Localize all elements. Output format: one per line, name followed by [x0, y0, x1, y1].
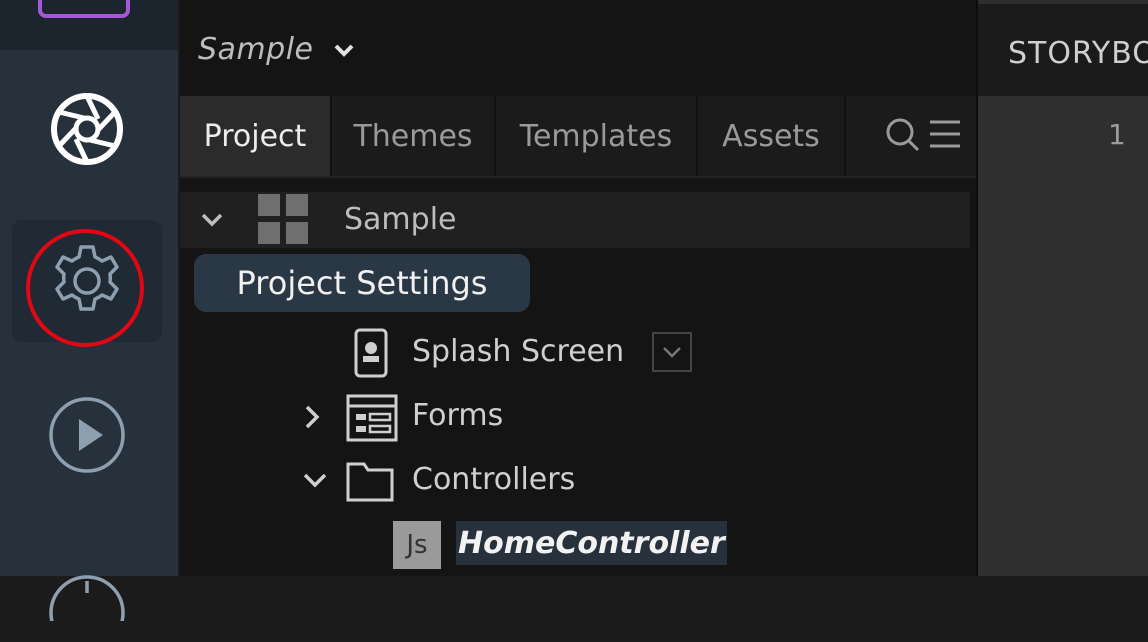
- js-file-icon: Js: [393, 521, 441, 569]
- project-header: Sample: [180, 0, 976, 96]
- grid-icon: [258, 194, 308, 244]
- project-name[interactable]: Sample: [198, 32, 314, 67]
- app-logo-icon: [38, 0, 130, 18]
- play-icon: [49, 397, 125, 473]
- tree-item-homecontroller[interactable]: HomeController: [456, 521, 727, 565]
- storyboard-header: STORYBO: [978, 0, 1148, 96]
- storyboard-pane: STORYBO 1: [978, 0, 1148, 576]
- project-settings-tooltip: Project Settings: [194, 254, 530, 312]
- gauge-icon: [49, 575, 125, 621]
- chevron-down-icon[interactable]: [200, 210, 224, 230]
- aperture-icon: [51, 93, 123, 165]
- chevron-down-icon[interactable]: [302, 470, 328, 490]
- tree-item-forms[interactable]: Forms: [412, 398, 503, 433]
- tree-item-splash-screen[interactable]: Splash Screen: [412, 334, 624, 369]
- left-rail: [0, 0, 178, 621]
- forms-icon: [346, 394, 398, 442]
- folder-icon: [346, 462, 394, 502]
- storyboard-title: STORYBO: [1008, 36, 1148, 71]
- tab-themes[interactable]: Themes: [332, 96, 496, 176]
- rail-button-aperture[interactable]: [12, 68, 162, 190]
- run-button[interactable]: [12, 374, 162, 496]
- tab-project[interactable]: Project: [180, 96, 332, 176]
- gear-icon: [55, 245, 119, 311]
- tab-templates[interactable]: Templates: [496, 96, 698, 176]
- chevron-down-icon[interactable]: [332, 38, 356, 62]
- rail-logo-area: [0, 0, 178, 50]
- project-settings-button[interactable]: [12, 220, 162, 342]
- line-number: 1: [1108, 118, 1126, 151]
- splash-dropdown[interactable]: [652, 332, 692, 372]
- menu-icon[interactable]: [928, 118, 962, 152]
- mobile-icon: [354, 328, 388, 378]
- chevron-right-icon[interactable]: [302, 404, 322, 430]
- search-icon[interactable]: [884, 116, 924, 156]
- rail-button-gauge[interactable]: [12, 520, 162, 642]
- chevron-down-icon: [663, 347, 681, 358]
- tree-item-controllers[interactable]: Controllers: [412, 462, 575, 497]
- panel-tabs: Project Themes Templates Assets: [180, 96, 976, 178]
- tab-assets[interactable]: Assets: [698, 96, 846, 176]
- tree-root-label: Sample: [344, 202, 457, 237]
